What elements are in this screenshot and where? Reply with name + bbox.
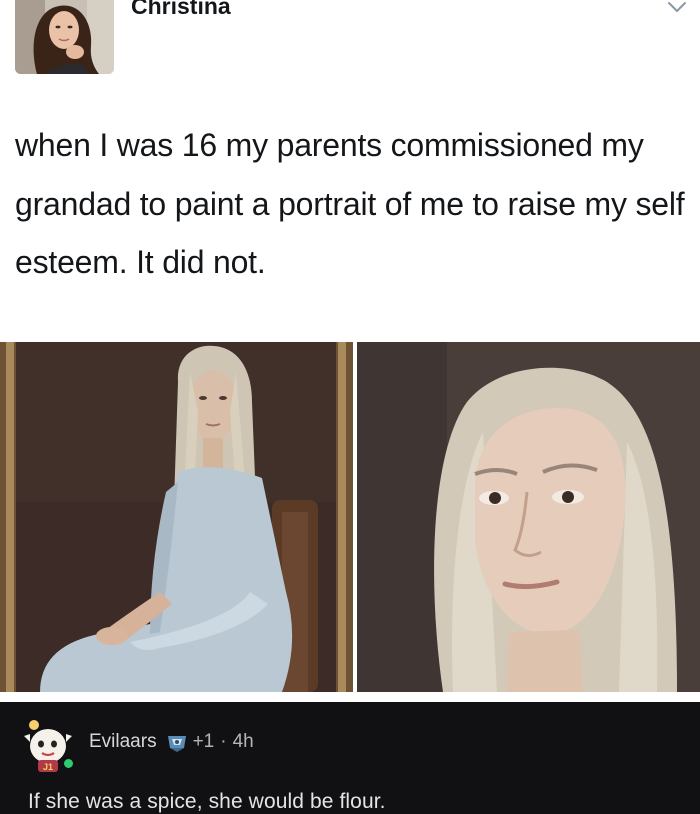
reply-text: If she was a spice, she would be flour.	[28, 790, 386, 813]
reply-score: +1	[192, 731, 215, 752]
reply-card: J1 Evilaars +1 · 4h If she was a spice, …	[0, 702, 700, 814]
meme-screenshot: Christina when I was 16 my parents commi…	[0, 0, 700, 814]
reply-timestamp: 4h	[232, 731, 254, 752]
reply-username[interactable]: Evilaars	[89, 731, 157, 753]
avatar-photo	[15, 0, 114, 74]
reply-comment: J1 Evilaars +1 · 4h If she was a spice, …	[0, 692, 700, 814]
portrait-painting-full[interactable]	[0, 342, 353, 692]
display-name[interactable]: Christina	[131, 0, 231, 20]
avatar[interactable]	[15, 0, 114, 74]
online-status-indicator	[62, 757, 75, 770]
svg-text:J1: J1	[43, 762, 53, 772]
meta-separator: ·	[220, 731, 227, 752]
tweet-text: when I was 16 my parents commissioned my…	[15, 127, 685, 280]
reply-meta: Evilaars +1 · 4h	[89, 730, 254, 754]
tweet-header: Christina	[0, 0, 700, 90]
portrait-painting-closeup[interactable]	[357, 342, 700, 692]
chevron-down-icon[interactable]	[666, 0, 688, 16]
tweet-media	[0, 342, 700, 692]
flair-badge-icon	[167, 736, 186, 752]
